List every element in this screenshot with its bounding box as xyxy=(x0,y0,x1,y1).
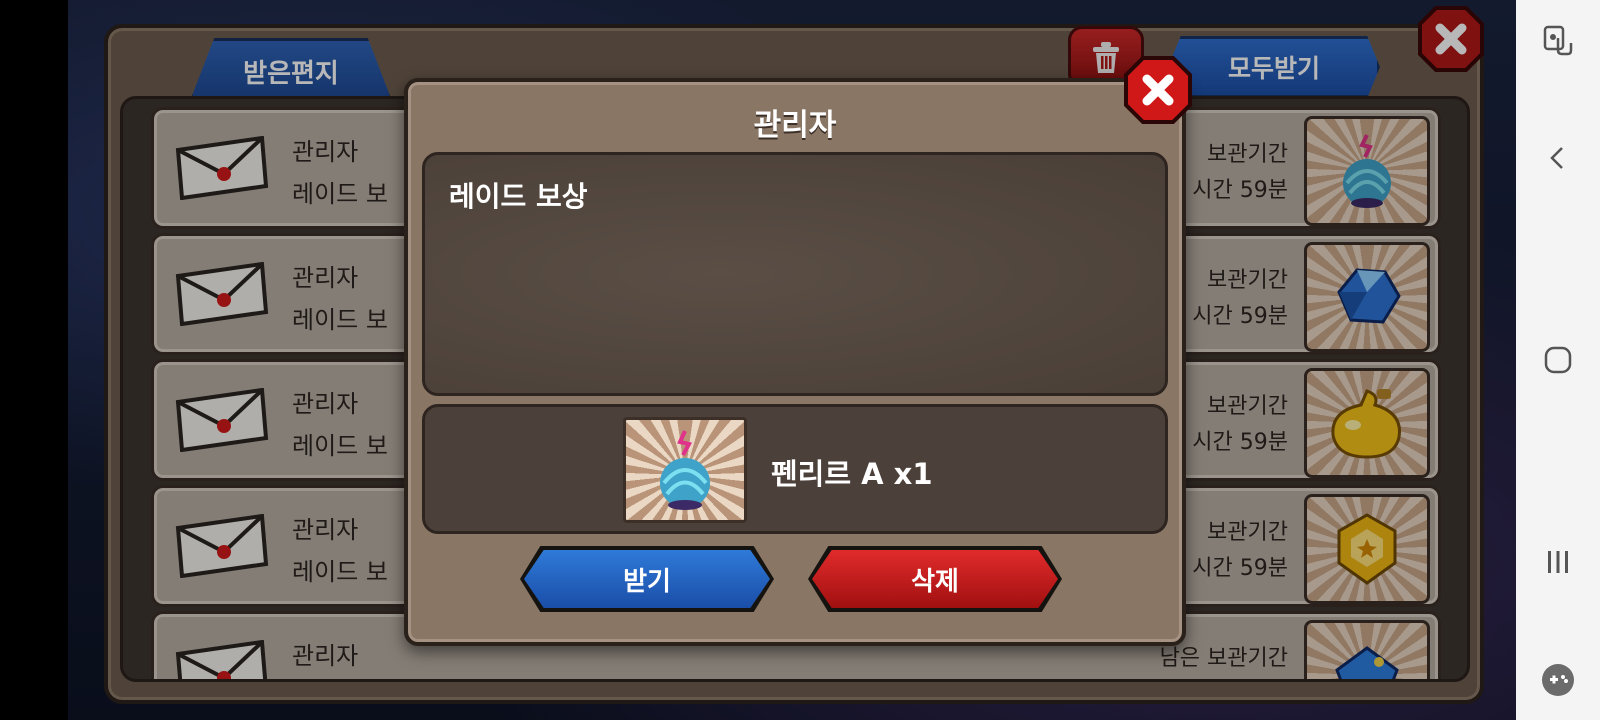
close-icon xyxy=(1124,56,1192,124)
recents-icon xyxy=(1548,551,1568,573)
delete-button-label: 삭제 xyxy=(911,566,959,597)
system-nav-bar xyxy=(1516,0,1600,720)
back-icon xyxy=(1550,147,1563,169)
dialog-close-button[interactable] xyxy=(1122,54,1194,126)
mail-detail-dialog: 관리자 레이드 보상 펜리르 A x1 받기 삭제 xyxy=(404,78,1186,646)
recents-button[interactable] xyxy=(1516,532,1600,592)
egg-icon xyxy=(660,430,710,510)
message-box: 레이드 보상 xyxy=(422,152,1168,396)
dialog-title: 관리자 xyxy=(753,108,837,143)
receive-button-label: 받기 xyxy=(623,566,671,597)
message-text: 레이드 보상 xyxy=(449,180,588,213)
reward-box: 펜리르 A x1 xyxy=(422,404,1168,534)
touch-protect-button[interactable] xyxy=(1516,10,1600,70)
touch-lock-icon xyxy=(1543,25,1573,56)
reward-item-slot xyxy=(623,417,747,523)
game-tools-button[interactable] xyxy=(1516,650,1600,710)
home-button[interactable] xyxy=(1516,330,1600,390)
game-controller-icon xyxy=(1542,664,1574,696)
receive-button[interactable]: 받기 xyxy=(524,550,770,608)
back-button[interactable] xyxy=(1516,128,1600,188)
delete-button[interactable]: 삭제 xyxy=(812,550,1058,608)
reward-label: 펜리르 A x1 xyxy=(771,457,933,491)
home-icon xyxy=(1544,346,1572,374)
